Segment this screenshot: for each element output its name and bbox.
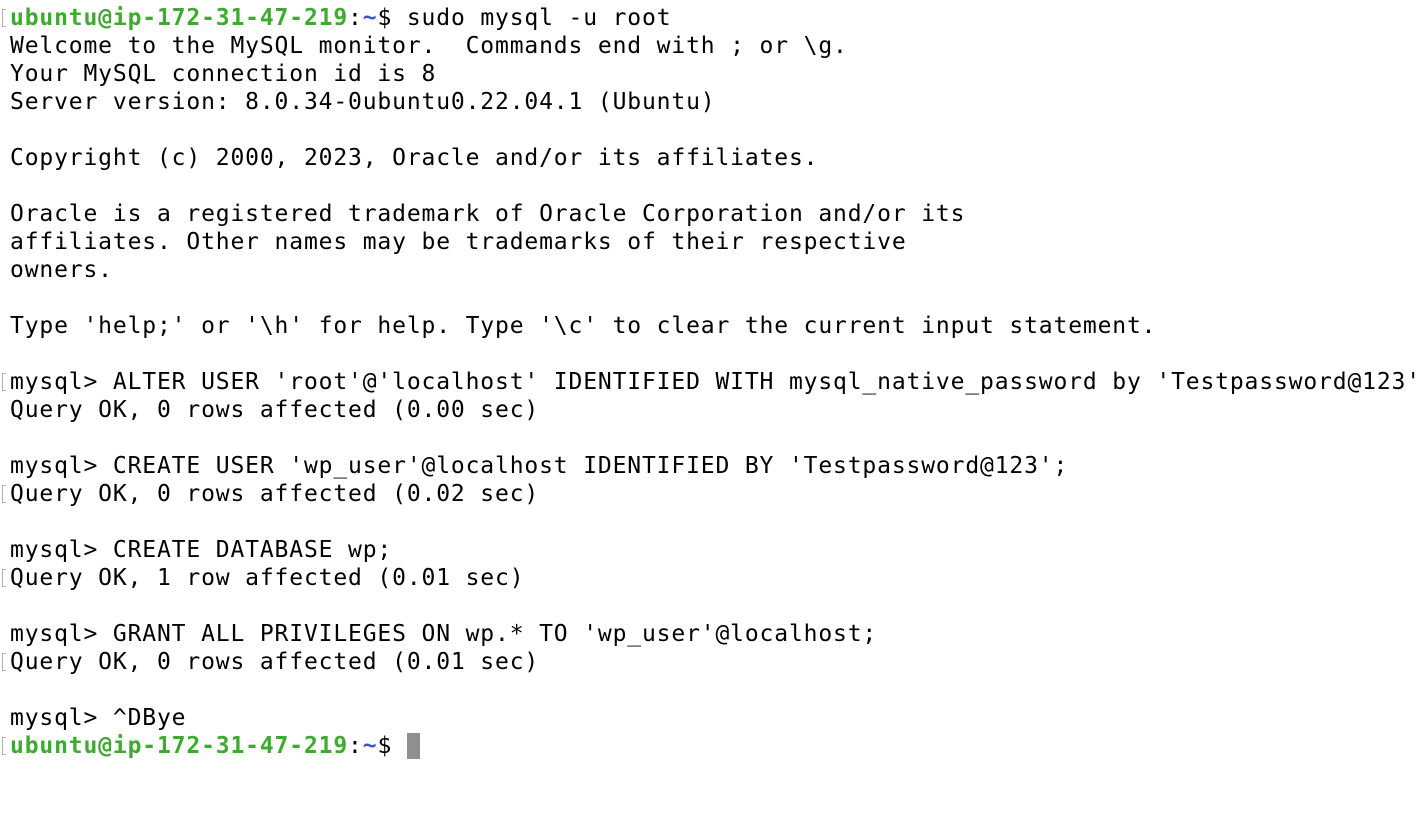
line-mark-bracket (2, 737, 6, 755)
prompt-symbol: $ (377, 5, 393, 31)
output-line: mysql> CREATE DATABASE wp; (0, 536, 1420, 564)
prompt-separator: : (348, 733, 363, 759)
line-mark-bracket (2, 569, 6, 587)
output-line: Type 'help;' or '\h' for help. Type '\c'… (0, 312, 1420, 340)
command-text: sudo mysql -u root (392, 5, 672, 31)
prompt-symbol: $ (377, 733, 393, 759)
line-text: owners. (10, 257, 113, 283)
line-text: Query OK, 0 rows affected (0.02 sec) (10, 481, 540, 507)
line-text: Query OK, 0 rows affected (0.00 sec) (10, 397, 540, 423)
prompt-user-host: ubuntu@ip-172-31-47-219 (10, 733, 349, 759)
line-text: mysql> GRANT ALL PRIVILEGES ON wp.* TO '… (10, 621, 878, 647)
line-text: mysql> ^DBye (10, 705, 187, 731)
output-line: mysql> ^DBye (0, 704, 1420, 732)
output-line: Your MySQL connection id is 8 (0, 60, 1420, 88)
terminal-window[interactable]: ubuntu@ip-172-31-47-219:~$ sudo mysql -u… (0, 4, 1420, 822)
command-text (392, 733, 407, 759)
output-line: owners. (0, 256, 1420, 284)
line-text: Query OK, 1 row affected (0.01 sec) (10, 565, 525, 591)
prompt-path: ~ (362, 5, 378, 31)
line-text: mysql> CREATE USER 'wp_user'@localhost I… (10, 453, 1069, 479)
output-line: Copyright (c) 2000, 2023, Oracle and/or … (0, 144, 1420, 172)
line-text: Welcome to the MySQL monitor. Commands e… (10, 33, 848, 59)
shell-prompt-line: ubuntu@ip-172-31-47-219:~$ sudo mysql -u… (0, 4, 1420, 32)
output-line: Query OK, 1 row affected (0.01 sec) (0, 564, 1420, 592)
line-text: affiliates. Other names may be trademark… (10, 229, 907, 255)
line-text: Server version: 8.0.34-0ubuntu0.22.04.1 … (10, 89, 716, 115)
text-cursor[interactable] (406, 733, 420, 759)
output-line: mysql> GRANT ALL PRIVILEGES ON wp.* TO '… (0, 620, 1420, 648)
output-line: Server version: 8.0.34-0ubuntu0.22.04.1 … (0, 88, 1420, 116)
output-line: affiliates. Other names may be trademark… (0, 228, 1420, 256)
line-text: Type 'help;' or '\h' for help. Type '\c'… (10, 313, 1157, 339)
prompt-separator: : (348, 5, 363, 31)
shell-prompt-line: ubuntu@ip-172-31-47-219:~$ (0, 732, 1420, 760)
line-text: mysql> CREATE DATABASE wp; (10, 537, 393, 563)
prompt-user-host: ubuntu@ip-172-31-47-219 (10, 5, 349, 31)
line-mark-bracket (2, 9, 6, 27)
line-text: Oracle is a registered trademark of Orac… (10, 201, 966, 227)
output-line: mysql> ALTER USER 'root'@'localhost' IDE… (0, 368, 1420, 396)
line-mark-bracket (2, 653, 6, 671)
line-mark-bracket (2, 373, 6, 391)
output-line: mysql> CREATE USER 'wp_user'@localhost I… (0, 452, 1420, 480)
line-text: Copyright (c) 2000, 2023, Oracle and/or … (10, 145, 819, 171)
output-line: Welcome to the MySQL monitor. Commands e… (0, 32, 1420, 60)
line-text: Query OK, 0 rows affected (0.01 sec) (10, 649, 540, 675)
output-line: Query OK, 0 rows affected (0.01 sec) (0, 648, 1420, 676)
output-line: Query OK, 0 rows affected (0.00 sec) (0, 396, 1420, 424)
line-text: Your MySQL connection id is 8 (10, 61, 437, 87)
output-line: Query OK, 0 rows affected (0.02 sec) (0, 480, 1420, 508)
output-line: Oracle is a registered trademark of Orac… (0, 200, 1420, 228)
line-mark-bracket (2, 485, 6, 503)
line-text: mysql> ALTER USER 'root'@'localhost' IDE… (10, 369, 1420, 395)
prompt-path: ~ (362, 733, 378, 759)
